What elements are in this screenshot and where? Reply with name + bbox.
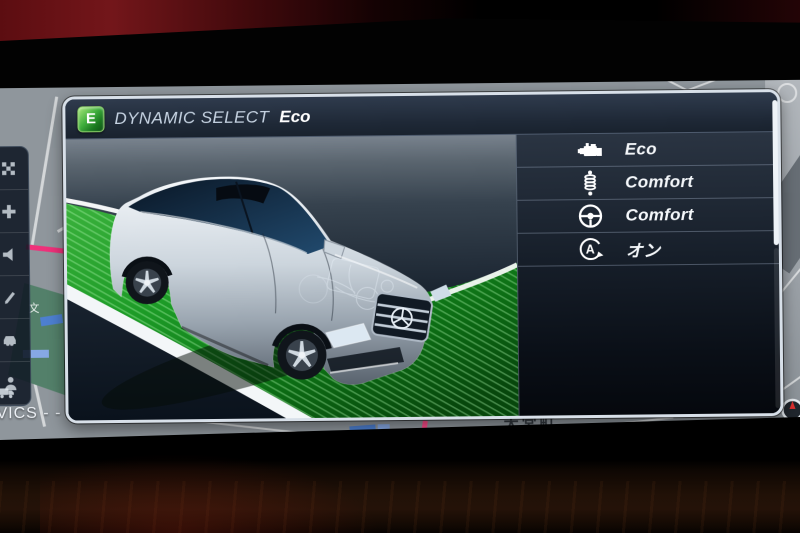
sidebar-item-flag[interactable] [0,147,28,190]
setting-row-steering[interactable]: Comfort [517,198,778,234]
auto-start-stop-icon: A [574,236,608,262]
setting-value: Comfort [625,205,693,226]
dashboard-photo: 文 大宮町 VI [0,0,800,533]
vehicle-icon [1,331,19,349]
svg-text:A: A [586,242,595,256]
setting-row-engine[interactable]: Eco [517,132,778,168]
settings-panel: Eco Comfort Comfort [516,132,781,416]
dialog-title: DYNAMIC SELECT [114,107,269,129]
vics-vehicle-icon [0,385,15,399]
dialog-mode-label: Eco [279,106,310,126]
scrollbar-track[interactable] [774,248,781,408]
setting-value: Comfort [625,172,693,193]
drive-mode-illustration [66,135,519,421]
setting-value: オン [626,236,661,261]
checkered-flag-icon [0,160,17,177]
steering-wheel-icon [573,203,607,229]
setting-value: Eco [625,139,657,159]
vics-status-label: VICS - - : [0,404,72,423]
speaker-icon [0,246,17,263]
grille [371,292,433,342]
sidebar-item-vehicle[interactable] [0,319,30,362]
sidebar-item-audio[interactable] [0,233,29,276]
crosshair-icon [0,203,17,220]
setting-row-start-stop[interactable]: A オン [518,231,779,267]
sidebar-item-position[interactable] [0,190,29,233]
dashboard-trim [0,0,800,54]
setting-row-suspension[interactable]: Comfort [517,165,778,201]
sidebar-item-edit[interactable] [0,276,30,319]
suspension-icon [573,170,607,196]
dialog-body: Eco Comfort Comfort [66,132,781,420]
map-sidebar [0,146,31,406]
drive-mode-badge: E [77,106,104,132]
infotainment-screen: 文 大宮町 VI [0,80,800,453]
stylus-icon [1,289,18,306]
car-illustration [66,135,519,421]
engine-icon [573,140,607,160]
map-road [31,97,58,245]
dynamic-select-dialog: E DYNAMIC SELECT Eco [62,89,783,424]
scrollbar-thumb[interactable] [772,100,779,245]
